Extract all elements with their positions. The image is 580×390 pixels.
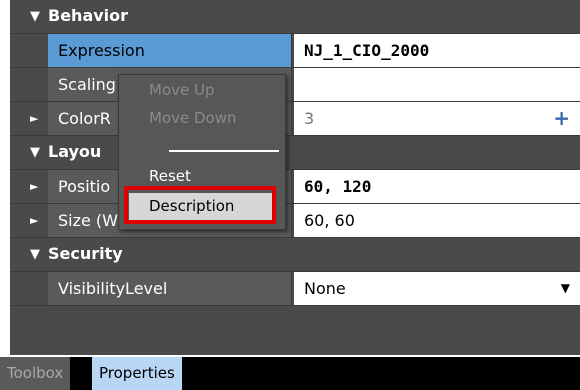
property-grid: ▼ Behavior Expression NJ_1_CIO_2000 Scal… xyxy=(10,0,580,355)
property-value-colorr-text: 3 xyxy=(304,109,315,128)
category-layout[interactable]: ▼ Layou xyxy=(10,136,580,170)
property-value-scaling[interactable] xyxy=(294,68,580,101)
menu-item-move-down[interactable]: Move Down xyxy=(149,109,237,127)
property-row-size[interactable]: ► Size (Width,Height) 60, 60 xyxy=(10,204,580,238)
grid-empty-area xyxy=(10,306,580,355)
category-behavior[interactable]: ▼ Behavior xyxy=(10,0,580,34)
category-security-label: Security xyxy=(48,244,123,263)
tab-properties[interactable]: Properties xyxy=(92,357,182,390)
category-layout-label: Layou xyxy=(48,142,102,161)
properties-panel: ▼ Behavior Expression NJ_1_CIO_2000 Scal… xyxy=(0,0,580,390)
property-row-visibility[interactable]: VisibilityLevel None ▼ xyxy=(10,272,580,306)
property-row-expression[interactable]: Expression NJ_1_CIO_2000 xyxy=(10,34,580,68)
plus-icon[interactable]: + xyxy=(553,102,570,135)
expand-icon[interactable]: ▼ xyxy=(30,247,40,262)
property-value-position[interactable]: 60, 120 xyxy=(294,170,580,203)
collapsed-icon[interactable]: ► xyxy=(30,214,38,227)
category-security[interactable]: ▼ Security xyxy=(10,238,580,272)
property-row-scaling[interactable]: Scaling xyxy=(10,68,580,102)
panel-left-edge xyxy=(0,0,10,360)
property-value-visibility[interactable]: None ▼ xyxy=(294,272,580,305)
expand-icon[interactable]: ▼ xyxy=(30,9,40,24)
property-value-size[interactable]: 60, 60 xyxy=(294,204,580,237)
property-row-colorr[interactable]: ► ColorR 3 + xyxy=(10,102,580,136)
menu-item-reset[interactable]: Reset xyxy=(149,167,191,185)
collapsed-icon[interactable]: ► xyxy=(30,180,38,193)
property-name-visibility[interactable]: VisibilityLevel xyxy=(48,272,292,305)
category-behavior-label: Behavior xyxy=(48,6,129,25)
dropdown-arrow-icon[interactable]: ▼ xyxy=(561,272,570,305)
annotation-highlight-box xyxy=(124,186,276,224)
property-value-expression[interactable]: NJ_1_CIO_2000 xyxy=(294,34,580,67)
property-value-colorr[interactable]: 3 + xyxy=(294,102,580,135)
property-value-visibility-text: None xyxy=(304,279,346,298)
menu-separator xyxy=(169,150,279,152)
tab-toolbox[interactable]: Toolbox xyxy=(0,357,71,390)
property-row-position[interactable]: ► Positio 60, 120 xyxy=(10,170,580,204)
expand-icon[interactable]: ▼ xyxy=(30,145,40,160)
tab-bar: Toolbox Properties xyxy=(0,357,580,390)
menu-item-move-up[interactable]: Move Up xyxy=(149,81,215,99)
property-name-expression[interactable]: Expression xyxy=(48,34,292,67)
collapsed-icon[interactable]: ► xyxy=(30,112,38,125)
